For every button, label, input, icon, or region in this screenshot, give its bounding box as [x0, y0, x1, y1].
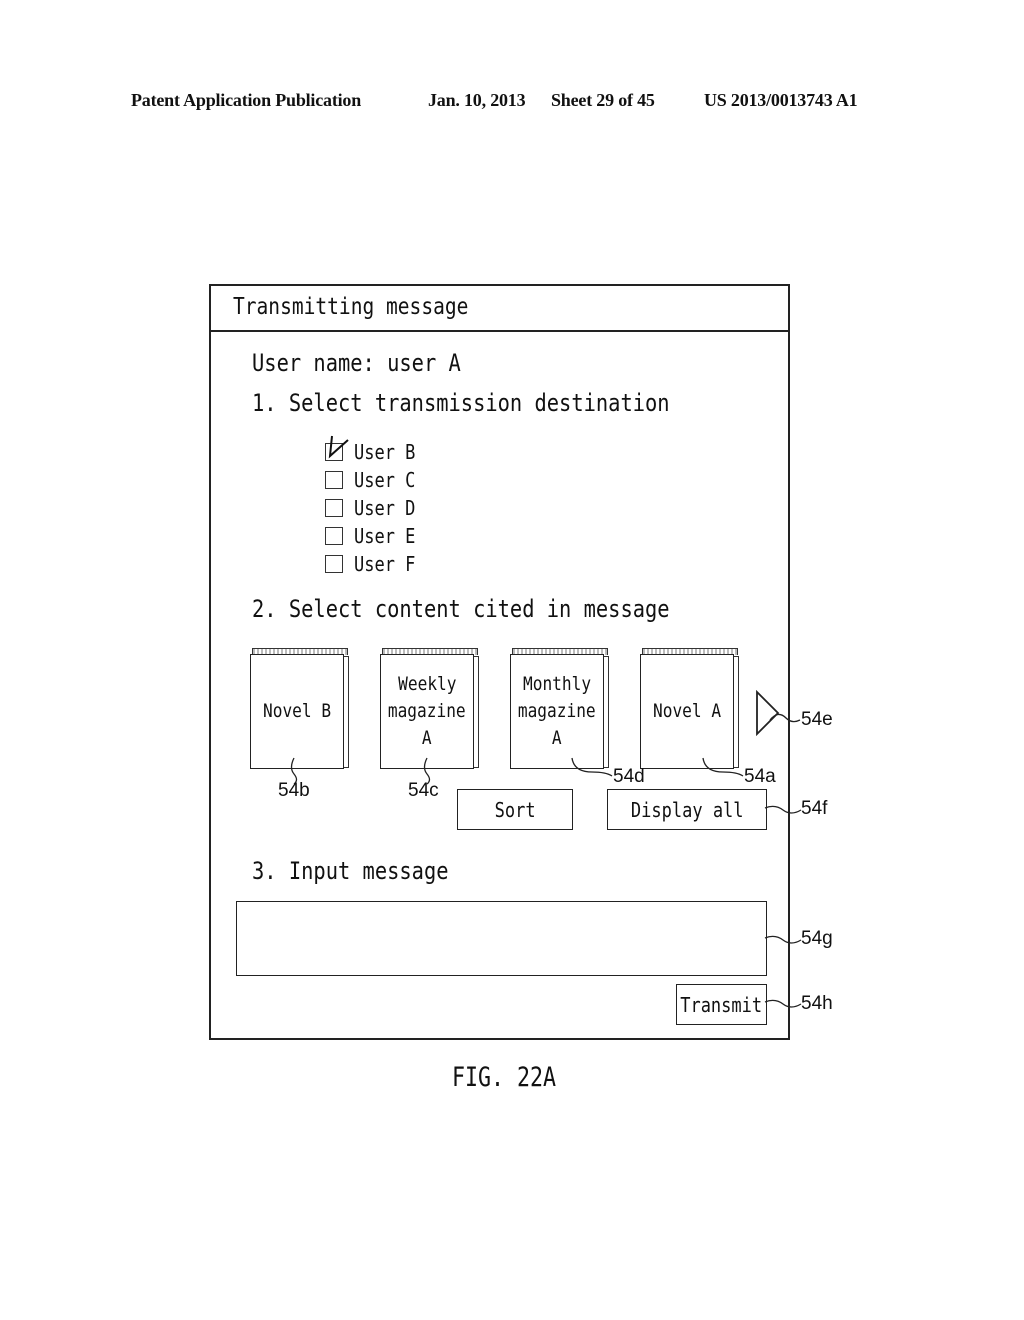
sort-button[interactable]: Sort: [457, 789, 573, 830]
recipient-label: User C: [354, 468, 416, 492]
content-title: Novel A: [640, 654, 734, 769]
content-title-line: A: [422, 727, 432, 749]
publication-type: Patent Application Publication: [131, 90, 362, 110]
content-title-line: magazine: [388, 700, 466, 722]
content-title-line: Weekly: [397, 673, 457, 695]
checkbox-user-f[interactable]: [325, 555, 343, 573]
recipient-item[interactable]: User D: [325, 496, 445, 520]
content-item-weekly-magazine-a[interactable]: Weekly magazine A: [380, 648, 480, 770]
content-title-line: Novel B: [262, 700, 332, 722]
content-title-line: Novel A: [652, 700, 722, 722]
content-item-monthly-magazine-a[interactable]: Monthly magazine A: [510, 648, 610, 770]
content-item-novel-b[interactable]: Novel B: [250, 648, 350, 770]
title-bar: Transmitting message: [211, 286, 788, 332]
screen-title: Transmitting message: [233, 294, 469, 320]
content-title: Novel B: [250, 654, 344, 769]
sort-button-label: Sort: [494, 797, 536, 822]
step1-heading: 1. Select transmission destination: [252, 389, 670, 417]
sheet-number: Sheet 29 of 45: [551, 90, 655, 110]
ref-label-54g: 54g: [801, 928, 833, 949]
content-title: Weekly magazine A: [380, 654, 474, 769]
ref-label-54f: 54f: [801, 798, 828, 819]
transmit-message-screen: Transmitting message User name: user A 1…: [209, 284, 790, 1040]
content-title-line: Monthly: [522, 673, 592, 695]
content-item-novel-a[interactable]: Novel A: [640, 648, 740, 770]
recipient-label: User D: [354, 496, 416, 520]
content-title-line: magazine: [518, 700, 596, 722]
recipient-item[interactable]: User C: [325, 468, 445, 492]
ref-label-54d: 54d: [613, 766, 645, 787]
checkbox-user-d[interactable]: [325, 499, 343, 517]
checkmark-icon: [328, 435, 349, 459]
patent-number: US 2013/0013743 A1: [704, 90, 858, 110]
recipient-label: User E: [354, 524, 416, 548]
content-title: Monthly magazine A: [510, 654, 604, 769]
ref-label-54b: 54b: [278, 780, 310, 801]
display-all-button[interactable]: Display all: [607, 789, 767, 830]
recipient-list: User B User C User D User E User F: [325, 435, 445, 580]
transmit-button[interactable]: Transmit: [676, 984, 767, 1025]
recipient-item[interactable]: User F: [325, 552, 445, 576]
ref-label-54e: 54e: [801, 709, 833, 730]
ref-label-54c: 54c: [408, 780, 439, 801]
message-input[interactable]: [236, 901, 767, 976]
step2-heading: 2. Select content cited in message: [252, 595, 670, 623]
checkbox-user-c[interactable]: [325, 471, 343, 489]
ref-label-54a: 54a: [744, 766, 776, 787]
next-arrow-icon[interactable]: [755, 690, 781, 736]
user-name-label: User name: user A: [252, 349, 461, 377]
checkbox-user-e[interactable]: [325, 527, 343, 545]
ref-label-54h: 54h: [801, 993, 833, 1014]
recipient-item[interactable]: User B: [325, 435, 445, 464]
recipient-label: User F: [354, 552, 416, 576]
figure-caption: FIG. 22A: [452, 1062, 557, 1093]
recipient-item[interactable]: User E: [325, 524, 445, 548]
display-all-button-label: Display all: [630, 797, 744, 822]
publication-date: Jan. 10, 2013: [428, 90, 526, 110]
checkbox-user-b[interactable]: [325, 435, 349, 461]
transmit-button-label: Transmit: [680, 992, 763, 1017]
step3-heading: 3. Input message: [252, 857, 449, 885]
recipient-label: User B: [354, 440, 416, 464]
content-title-line: A: [552, 727, 562, 749]
